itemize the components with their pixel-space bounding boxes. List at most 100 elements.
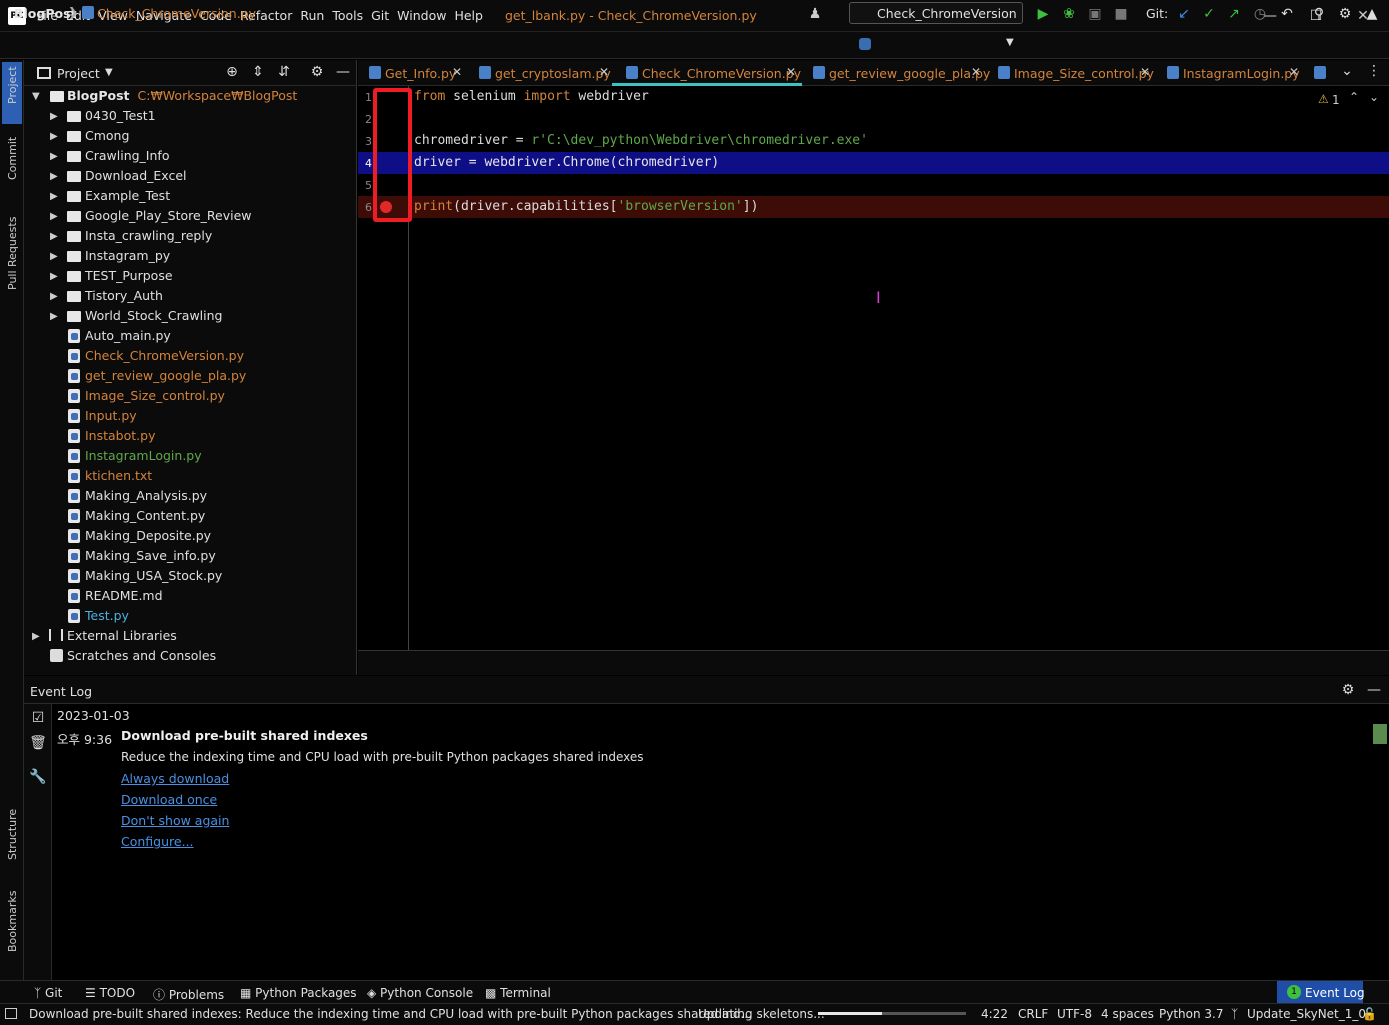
tool-structure[interactable]: Structure: [6, 809, 19, 860]
tree-file[interactable]: Test.py: [85, 606, 129, 626]
always-download-link[interactable]: Always download: [121, 771, 229, 786]
tab-close-icon[interactable]: ✕: [1289, 65, 1299, 79]
code-line-6[interactable]: print(driver.capabilities['browserVersio…: [414, 199, 758, 214]
git-history-icon[interactable]: ◷: [1251, 5, 1269, 23]
tree-file[interactable]: Instabot.py: [85, 426, 155, 446]
git-commit-icon[interactable]: ✓: [1200, 5, 1218, 23]
tab-more-icon[interactable]: ⋮: [1365, 62, 1383, 80]
git-update-icon[interactable]: ↙: [1175, 5, 1193, 23]
settings-gear-icon[interactable]: ⚙: [1336, 5, 1354, 23]
tree-root[interactable]: BlogPost C:₩Workspace₩BlogPost: [67, 86, 297, 106]
search-icon[interactable]: ⚲: [1310, 5, 1328, 23]
tool-bookmarks[interactable]: Bookmarks: [6, 891, 19, 952]
tool-project[interactable]: Project: [6, 66, 19, 104]
collapsed-arrow-icon[interactable]: ▶: [50, 111, 58, 122]
line-separator[interactable]: CRLF: [1018, 1007, 1048, 1021]
clear-trash-icon[interactable]: 🗑: [29, 734, 47, 752]
collapsed-arrow-icon[interactable]: ▶: [50, 271, 58, 282]
code-line-3[interactable]: chromedriver = r'C:\dev_python\Webdriver…: [414, 133, 868, 148]
editor-tab[interactable]: get_review_google_pla.py: [829, 66, 990, 81]
event-log-hide-icon[interactable]: —: [1365, 681, 1383, 699]
ide-update-icon[interactable]: ▲: [1363, 5, 1381, 23]
tree-folder[interactable]: Download_Excel: [85, 166, 187, 186]
indent-setting[interactable]: 4 spaces: [1101, 1007, 1154, 1021]
tree-folder[interactable]: Google_Play_Store_Review: [85, 206, 252, 226]
collapsed-arrow-icon[interactable]: ▶: [50, 231, 58, 242]
menu-help[interactable]: Help: [454, 8, 491, 23]
breadcrumb-file[interactable]: Check_ChromeVersion.py: [97, 6, 256, 21]
user-icon[interactable]: ♟: [806, 5, 824, 23]
menu-run[interactable]: Run: [300, 8, 332, 23]
tree-folder[interactable]: TEST_Purpose: [85, 266, 173, 286]
tree-file[interactable]: get_review_google_pla.py: [85, 366, 246, 386]
todo-tool[interactable]: ☰ TODO: [85, 986, 135, 1000]
tree-file[interactable]: Making_Analysis.py: [85, 486, 207, 506]
prev-problem-icon[interactable]: ⌃: [1349, 90, 1359, 104]
project-panel-title[interactable]: Project: [57, 66, 100, 81]
menu-window[interactable]: Window: [397, 8, 454, 23]
tree-folder[interactable]: Example_Test: [85, 186, 170, 206]
tree-external-libraries[interactable]: External Libraries: [67, 626, 177, 646]
tab-list-chevron-icon[interactable]: ⌄: [1338, 62, 1356, 80]
collapsed-arrow-icon[interactable]: ▶: [50, 131, 58, 142]
tab-close-icon[interactable]: ✕: [1140, 65, 1150, 79]
collapse-all-icon[interactable]: ⇵: [275, 63, 293, 81]
tree-file[interactable]: InstagramLogin.py: [85, 446, 202, 466]
tree-file[interactable]: Making_Content.py: [85, 506, 205, 526]
editor-tab[interactable]: Get_Info.py: [385, 66, 456, 81]
code-line-1[interactable]: from selenium import webdriver: [414, 89, 649, 104]
tree-scratches[interactable]: Scratches and Consoles: [67, 646, 216, 666]
wrench-icon[interactable]: 🔧: [29, 768, 47, 786]
collapsed-arrow-icon[interactable]: ▶: [32, 631, 40, 642]
python-packages-tool[interactable]: ▦ Python Packages: [240, 986, 357, 1000]
debug-icon[interactable]: ❀: [1060, 5, 1078, 23]
git-branch[interactable]: Update_SkyNet_1_0: [1247, 1007, 1366, 1021]
tree-folder[interactable]: Crawling_Info: [85, 146, 169, 166]
mark-read-checkbox-icon[interactable]: ☑: [29, 709, 47, 727]
dont-show-again-link[interactable]: Don't show again: [121, 813, 229, 828]
tab-close-icon[interactable]: ✕: [599, 65, 609, 79]
tool-commit[interactable]: Commit: [6, 137, 19, 180]
collapsed-arrow-icon[interactable]: ▶: [50, 211, 58, 222]
tree-file[interactable]: Making_USA_Stock.py: [85, 566, 222, 586]
status-message[interactable]: Download pre-built shared indexes: Reduc…: [29, 1007, 752, 1021]
tree-folder[interactable]: Instagram_py: [85, 246, 170, 266]
rollback-icon[interactable]: ↶: [1278, 5, 1296, 23]
python-interpreter[interactable]: Python 3.7: [1159, 1007, 1224, 1021]
collapsed-arrow-icon[interactable]: ▶: [50, 311, 58, 322]
tree-file[interactable]: Auto_main.py: [85, 326, 171, 346]
tree-folder[interactable]: Tistory_Auth: [85, 286, 163, 306]
menu-git[interactable]: Git: [371, 8, 397, 23]
tree-file[interactable]: Image_Size_control.py: [85, 386, 225, 406]
locate-file-icon[interactable]: ⊕: [223, 63, 241, 81]
status-toggle-icon[interactable]: [5, 1008, 17, 1019]
git-tool[interactable]: ᛉ Git: [34, 986, 62, 1000]
editor-horizontal-scrollbar[interactable]: [358, 650, 1389, 675]
collapsed-arrow-icon[interactable]: ▶: [50, 291, 58, 302]
tree-file[interactable]: Check_ChromeVersion.py: [85, 346, 244, 366]
event-log-settings-icon[interactable]: ⚙: [1339, 681, 1357, 699]
breakpoint-icon[interactable]: [380, 201, 392, 213]
editor-tab[interactable]: InstagramLogin.py: [1183, 66, 1300, 81]
python-console-tool[interactable]: ◈ Python Console: [367, 986, 473, 1000]
editor-tab[interactable]: Check_ChromeVersion.py: [642, 66, 801, 81]
tree-file[interactable]: ktichen.txt: [85, 466, 152, 486]
stop-icon[interactable]: ■: [1112, 5, 1130, 23]
warning-icon[interactable]: ⚠: [1318, 92, 1329, 106]
editor-tab[interactable]: get_cryptoslam.py: [495, 66, 611, 81]
terminal-tool[interactable]: ▩ Terminal: [485, 986, 551, 1000]
tree-file[interactable]: Making_Deposite.py: [85, 526, 211, 546]
chevron-down-icon[interactable]: ▼: [105, 67, 113, 78]
tree-folder[interactable]: 0430_Test1: [85, 106, 156, 126]
run-icon[interactable]: ▶: [1034, 5, 1052, 23]
menu-tools[interactable]: Tools: [332, 8, 371, 23]
tab-close-icon[interactable]: ✕: [452, 65, 462, 79]
next-problem-icon[interactable]: ⌄: [1369, 90, 1379, 104]
collapsed-arrow-icon[interactable]: ▶: [50, 151, 58, 162]
tab-close-icon[interactable]: ✕: [786, 65, 796, 79]
tree-folder[interactable]: World_Stock_Crawling: [85, 306, 222, 326]
code-line-4[interactable]: driver = webdriver.Chrome(chromedriver): [414, 155, 719, 170]
problems-tool[interactable]: ⓘ Problems: [153, 986, 224, 1003]
read-only-lock-icon[interactable]: 🔓: [1362, 1007, 1377, 1021]
hide-panel-icon[interactable]: —: [334, 63, 352, 81]
